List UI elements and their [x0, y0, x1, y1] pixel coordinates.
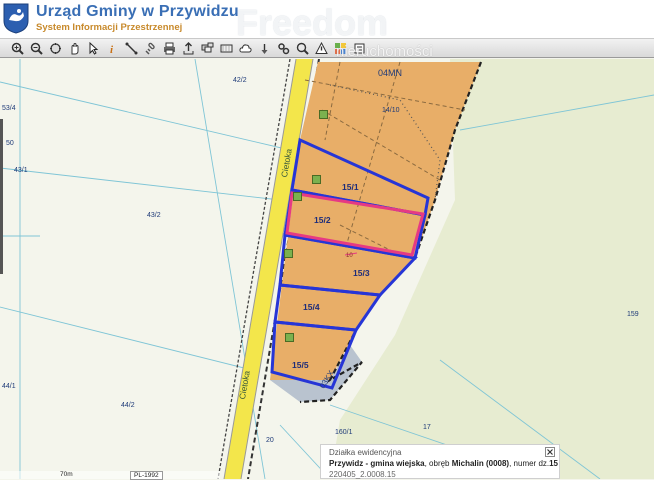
crest-icon — [3, 3, 29, 34]
parcel-label-15-2[interactable]: 15/2 — [314, 215, 331, 225]
parcel-number: 42/2 — [233, 77, 247, 84]
popup-heading: Działka ewidencyjna — [329, 448, 402, 457]
parcel-number: 53/4 — [2, 105, 16, 112]
parcel-number: 17 — [423, 424, 431, 431]
parcel-marker-icon — [312, 175, 321, 184]
parcel-number: 10 — [346, 253, 353, 259]
upload-icon[interactable] — [179, 39, 198, 57]
scale-distance: 70m — [60, 471, 73, 478]
parcel-number: 44/1 — [2, 383, 16, 390]
app-title: Urząd Gminy w Przywidzu — [36, 3, 239, 20]
map-canvas[interactable] — [0, 59, 654, 479]
grid-icon[interactable] — [331, 39, 350, 57]
print-icon[interactable] — [160, 39, 179, 57]
cloud-icon[interactable] — [236, 39, 255, 57]
popup-sep: , numer dz. — [509, 459, 550, 468]
area-icon[interactable] — [217, 39, 236, 57]
settings-icon[interactable] — [274, 39, 293, 57]
popup-gmina: Przywidz - gmina wiejska — [329, 459, 425, 468]
parcel-number: 43/2 — [147, 212, 161, 219]
parcel-label-15-4[interactable]: 15/4 — [303, 302, 320, 312]
dig-icon[interactable] — [255, 39, 274, 57]
popup-numer: 15 — [549, 459, 559, 468]
search-icon[interactable] — [293, 39, 312, 57]
parcel-number: 20 — [266, 437, 274, 444]
close-icon[interactable] — [545, 447, 555, 457]
measure-line-icon[interactable] — [122, 39, 141, 57]
pan-icon[interactable] — [65, 39, 84, 57]
parcel-number: 50 — [6, 140, 14, 147]
svg-text:i: i — [110, 44, 114, 55]
warning-icon[interactable] — [312, 39, 331, 57]
info-icon[interactable]: i — [103, 39, 122, 57]
zoom-extent-icon[interactable] — [46, 39, 65, 57]
parcel-label-15-3[interactable]: 15/3 — [353, 268, 370, 278]
parcel-info-popup: Działka ewidencyjna Przywidz - gmina wie… — [320, 444, 560, 479]
scale-bar: 70m PL-1992 — [0, 471, 220, 480]
popup-obreb: Michalin (0008) — [451, 459, 510, 468]
app-header: Urząd Gminy w Przywidzu System Informacj… — [0, 0, 654, 39]
link-icon[interactable] — [141, 39, 160, 57]
popup-code: 220405_2.0008.15 — [329, 470, 396, 479]
parcel-number: 160/1 — [335, 429, 353, 436]
more-icon[interactable] — [350, 39, 369, 57]
zone-label: 04MN — [378, 68, 403, 78]
parcel-number: 14/10 — [382, 107, 400, 114]
parcel-number: 44/2 — [121, 402, 135, 409]
popup-description: Przywidz - gmina wiejska, obręb Michalin… — [329, 459, 558, 468]
parcel-number: 43/1 — [14, 167, 28, 174]
parcel-marker-icon — [285, 333, 294, 342]
parcel-marker-icon — [293, 192, 302, 201]
map-drawing — [0, 59, 654, 479]
popup-sep: , obręb — [424, 459, 452, 468]
zoom-out-icon[interactable] — [27, 39, 46, 57]
parcel-marker-icon — [284, 249, 293, 258]
parcel-number: 159 — [627, 311, 639, 318]
app-subtitle: System Informacji Przestrzennej — [36, 22, 183, 33]
panel-toggle-handle[interactable] — [0, 119, 3, 274]
layers-icon[interactable] — [198, 39, 217, 57]
parcel-label-15-5[interactable]: 15/5 — [292, 360, 309, 370]
select-arrow-icon[interactable] — [84, 39, 103, 57]
parcel-marker-icon — [319, 110, 328, 119]
parcel-label-15-1[interactable]: 15/1 — [342, 182, 359, 192]
zoom-in-icon[interactable] — [8, 39, 27, 57]
map-toolbar: i — [0, 39, 654, 58]
